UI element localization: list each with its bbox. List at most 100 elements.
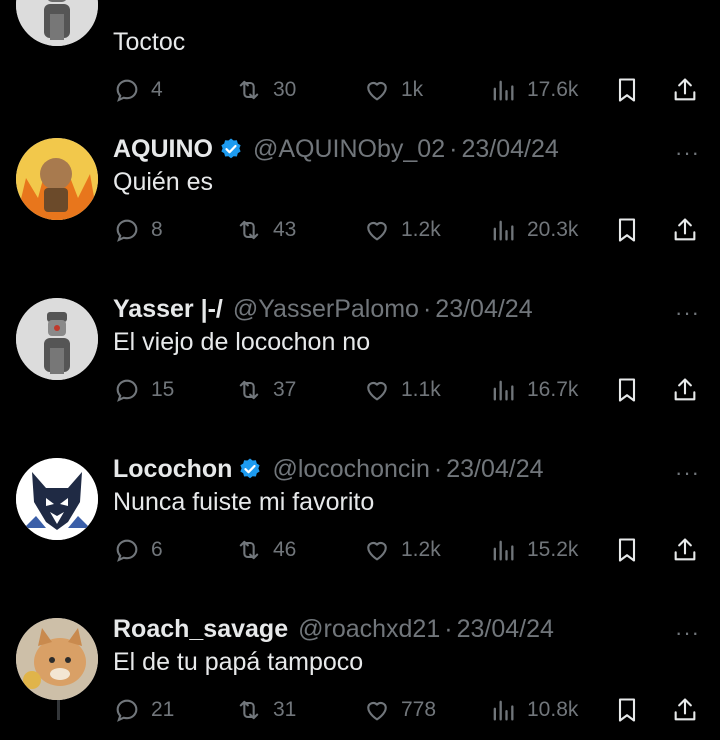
handle[interactable]: @YasserPalomo: [233, 295, 419, 324]
tweet-text: Nunca fuiste mi favorito: [113, 488, 375, 516]
retweet-icon: [239, 380, 259, 400]
reply-count: 21: [151, 698, 175, 721]
tweet[interactable]: Locochon @locochoncin · 23/04/24 ··· Nun…: [0, 454, 720, 580]
handle[interactable]: @locochoncin: [272, 455, 429, 484]
reply-button[interactable]: 4: [113, 76, 163, 104]
like-button[interactable]: 1.2k: [363, 536, 441, 564]
bookmark-icon: [618, 378, 636, 402]
retweet-button[interactable]: 46: [235, 536, 296, 564]
views-count: 17.6k: [527, 78, 579, 101]
share-icon: [674, 378, 696, 401]
separator: ·: [449, 134, 458, 163]
bookmark-button[interactable]: [613, 216, 641, 244]
share-button[interactable]: [671, 216, 699, 244]
retweet-icon: [239, 540, 259, 560]
reply-icon: [116, 539, 138, 562]
more-options-icon[interactable]: ···: [675, 620, 700, 646]
share-icon: [674, 78, 696, 101]
views-count: 15.2k: [527, 538, 579, 561]
tweet-text: El viejo de locochon no: [113, 328, 371, 356]
timestamp[interactable]: 23/04/24: [446, 455, 543, 484]
avatar[interactable]: [16, 618, 98, 700]
tweet-header: Roach_savage @roachxd21 · 23/04/24: [113, 612, 554, 646]
gray-character-avatar-icon: [16, 0, 98, 46]
timestamp[interactable]: 23/04/24: [435, 295, 532, 324]
tweet-header: AQUINO @AQUINOby_02 · 23/04/24: [113, 132, 559, 166]
like-button[interactable]: 1.2k: [363, 216, 441, 244]
views-count: 16.7k: [527, 378, 579, 401]
cat-photo-avatar-icon: [16, 618, 98, 700]
reply-count: 6: [151, 538, 163, 561]
tweet[interactable]: Toctoc 4 30 1k 17.6k: [0, 0, 720, 120]
separator: ·: [433, 454, 443, 483]
bookmark-icon: [618, 538, 636, 562]
retweet-button[interactable]: 37: [235, 376, 296, 404]
bookmark-button[interactable]: [613, 76, 641, 104]
retweet-count: 37: [273, 378, 297, 401]
more-options-icon[interactable]: ···: [675, 460, 700, 486]
views-button[interactable]: 15.2k: [489, 536, 578, 564]
reply-button[interactable]: 15: [113, 376, 174, 404]
avatar[interactable]: [16, 298, 98, 380]
handle[interactable]: @roachxd21: [298, 615, 440, 644]
like-count: 778: [401, 698, 437, 721]
tweet[interactable]: Roach_savage @roachxd21 · 23/04/24 ··· E…: [0, 614, 720, 740]
views-button[interactable]: 16.7k: [489, 376, 578, 404]
like-count: 1.2k: [401, 538, 441, 561]
views-button[interactable]: 17.6k: [489, 76, 578, 104]
more-options-icon[interactable]: ···: [675, 140, 700, 166]
retweet-icon: [239, 80, 259, 100]
timestamp[interactable]: 23/04/24: [461, 135, 558, 164]
reply-button[interactable]: 6: [113, 536, 163, 564]
display-name[interactable]: Yasser |-/: [113, 295, 223, 324]
bookmark-icon: [618, 78, 636, 102]
like-button[interactable]: 1k: [363, 76, 423, 104]
reply-icon: [116, 79, 138, 102]
fire-character-avatar-icon: [16, 138, 98, 220]
heart-icon: [367, 81, 387, 101]
like-count: 1.2k: [401, 218, 441, 241]
display-name[interactable]: Roach_savage: [113, 615, 288, 644]
more-options-icon[interactable]: ···: [675, 300, 700, 326]
bookmark-button[interactable]: [613, 376, 641, 404]
reply-count: 8: [151, 218, 163, 241]
tweet-actions: 6 46 1.2k 15.2k: [113, 536, 703, 570]
tweet-header: Locochon @locochoncin · 23/04/24: [113, 452, 544, 486]
tweet-actions: 15 37 1.1k 16.7k: [113, 376, 703, 410]
like-count: 1.1k: [401, 378, 441, 401]
views-button[interactable]: 20.3k: [489, 216, 578, 244]
separator: ·: [444, 614, 453, 643]
handle[interactable]: @AQUINOby_02: [253, 135, 445, 164]
timestamp[interactable]: 23/04/24: [457, 615, 554, 644]
avatar[interactable]: [16, 138, 98, 220]
heart-icon: [367, 381, 387, 401]
wolf-logo-avatar-icon: [16, 458, 98, 540]
share-button[interactable]: [671, 536, 699, 564]
avatar[interactable]: [16, 0, 98, 46]
tweet[interactable]: AQUINO @AQUINOby_02 · 23/04/24 ··· Quién…: [0, 134, 720, 260]
tweet[interactable]: Yasser |-/ @YasserPalomo · 23/04/24 ··· …: [0, 294, 720, 420]
views-icon: [493, 80, 514, 101]
tweet-actions: 8 43 1.2k 20.3k: [113, 216, 703, 250]
tweet-text: Toctoc: [113, 28, 186, 56]
reply-count: 4: [151, 78, 163, 101]
reply-icon: [116, 219, 138, 242]
reply-button[interactable]: 8: [113, 216, 163, 244]
avatar[interactable]: [16, 458, 98, 540]
share-button[interactable]: [671, 376, 699, 404]
separator: ·: [422, 294, 432, 323]
share-icon: [674, 538, 696, 561]
gray-character-avatar-icon: [16, 298, 98, 380]
retweet-button[interactable]: 30: [235, 76, 296, 104]
retweet-button[interactable]: 43: [235, 216, 296, 244]
retweet-count: 31: [273, 698, 297, 721]
bookmark-button[interactable]: [613, 536, 641, 564]
tweet-actions: 21 31 778 10.8k: [113, 696, 703, 730]
like-button[interactable]: 1.1k: [363, 376, 441, 404]
views-icon: [493, 220, 514, 241]
display-name[interactable]: Locochon: [113, 455, 232, 484]
display-name[interactable]: AQUINO: [113, 135, 213, 164]
like-count: 1k: [401, 78, 424, 101]
share-button[interactable]: [671, 76, 699, 104]
reply-icon: [116, 379, 138, 402]
